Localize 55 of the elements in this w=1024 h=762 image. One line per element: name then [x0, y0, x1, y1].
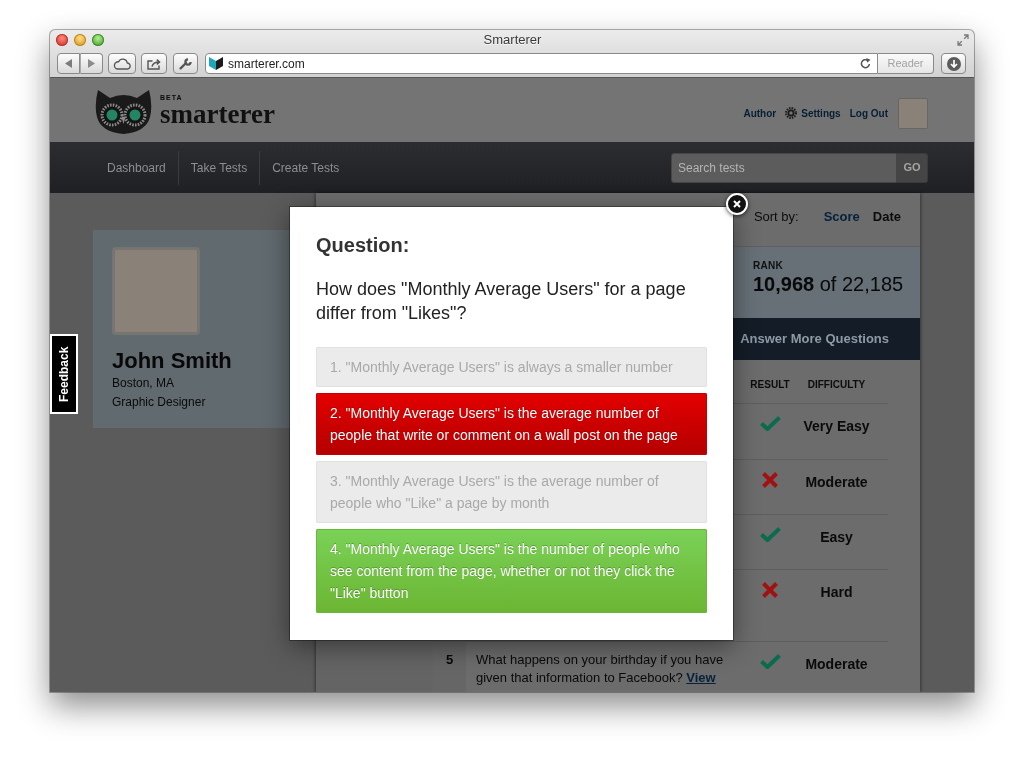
question-text: What happens on your birthday if you have given that information to Facebook? View — [476, 651, 725, 687]
expand-arrows-icon[interactable] — [957, 34, 969, 46]
close-icon — [733, 200, 741, 208]
download-icon — [946, 56, 961, 71]
nav-link[interactable]: Take Tests — [177, 150, 260, 185]
dialog-heading: Question: — [316, 233, 411, 257]
difficulty-text: Easy — [820, 529, 853, 545]
window-title: Smarterer — [483, 31, 542, 50]
answer-option[interactable]: 2. "Monthly Average Users" is the average number of people that write or comment on a wall post on the page — [316, 393, 707, 455]
sort-option[interactable]: Date — [872, 209, 901, 225]
answer-option[interactable]: 1. "Monthly Average Users" is always a smaller number — [316, 347, 707, 387]
nav-link[interactable]: Create Tests — [259, 150, 352, 185]
question-prompt: How does "Monthly Average Users" for a page differ from "Likes"? — [316, 278, 687, 325]
close-window-icon[interactable] — [56, 34, 68, 46]
search-field[interactable]: Search tests — [671, 152, 897, 183]
view-link[interactable]: View — [686, 670, 716, 685]
difficulty-text: Hard — [820, 584, 853, 600]
difficulty-text: Moderate — [805, 656, 868, 672]
share-button[interactable] — [141, 53, 167, 74]
cloud-icon — [113, 57, 131, 70]
wrench-button[interactable] — [173, 53, 198, 74]
logo-wordmark[interactable]: smarterer — [160, 102, 275, 126]
number-cell: 5 — [433, 641, 466, 692]
nav-link[interactable]: Dashboard — [107, 150, 178, 185]
difficulty-text: Very Easy — [803, 418, 870, 434]
feedback-tab[interactable]: Feedback — [50, 334, 78, 414]
go-button[interactable]: GO — [897, 152, 928, 183]
rank-value: 10,968 of 22,185 — [753, 272, 905, 297]
header-link[interactable]: Author — [743, 105, 777, 121]
share-icon — [146, 57, 162, 70]
header-link[interactable]: Settings — [785, 105, 841, 121]
wrench-icon — [179, 57, 192, 70]
column-header: DIFFICULTY — [806, 378, 867, 392]
profile-name: John Smith — [112, 348, 233, 374]
back-button[interactable] — [57, 53, 80, 74]
address-field[interactable]: smarterer.com — [205, 53, 878, 74]
profile-location: Boston, MA — [112, 375, 176, 392]
header-link[interactable]: Log Out — [849, 105, 888, 121]
answer-option[interactable]: 3. "Monthly Average Users" is the average number of people who "Like" a page by month — [316, 461, 707, 523]
column-header: RESULT — [749, 378, 791, 392]
answer-option[interactable]: 4. "Monthly Average Users" is the number of people who see content from the page, whether or not they click the "Like" button — [316, 529, 707, 613]
download-button[interactable] — [941, 53, 966, 74]
profile-occupation: Graphic Designer — [112, 394, 207, 411]
zoom-window-icon[interactable] — [92, 34, 104, 46]
forward-button[interactable] — [80, 53, 103, 74]
rank-label: RANK — [753, 260, 785, 272]
difficulty-text: Moderate — [805, 474, 868, 490]
gear-icon — [785, 107, 798, 119]
sort-label: Sort by: — [753, 209, 799, 225]
sort-option[interactable]: Score — [823, 209, 860, 225]
right-triangle-icon — [88, 59, 95, 68]
reload-icon[interactable] — [860, 58, 871, 69]
left-triangle-icon — [65, 59, 72, 68]
cloud-button[interactable] — [108, 53, 136, 74]
site-favicon-icon — [209, 57, 223, 70]
